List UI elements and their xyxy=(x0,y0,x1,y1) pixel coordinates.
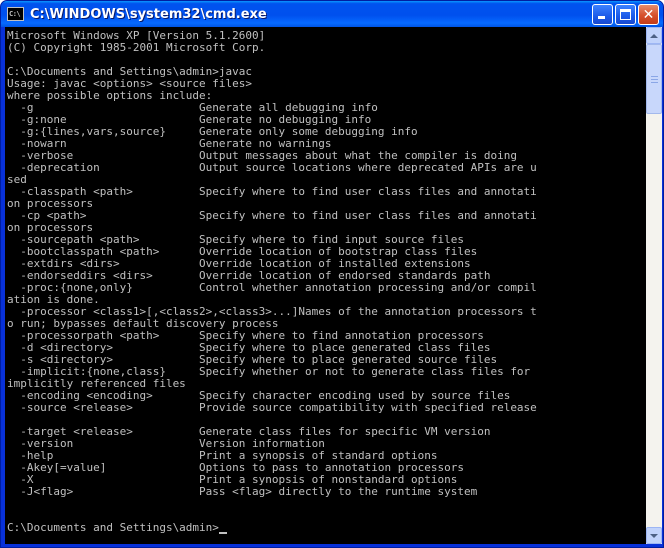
console-line: -deprecation Output source locations whe… xyxy=(7,161,537,174)
close-button[interactable]: ✕ xyxy=(638,4,659,25)
scroll-down-button[interactable] xyxy=(646,527,662,544)
console-line: (C) Copyright 1985-2001 Microsoft Corp. xyxy=(7,41,266,54)
console-line: -source <release> Provide source compati… xyxy=(7,401,537,414)
scroll-thumb[interactable] xyxy=(646,44,662,114)
title-bar[interactable]: C:\ C:\WINDOWS\system32\cmd.exe ✕ xyxy=(1,1,663,27)
console-line: -J<flag> Pass <flag> directly to the run… xyxy=(7,485,478,498)
text-cursor xyxy=(218,532,227,534)
cmd-app-icon[interactable]: C:\ xyxy=(7,7,24,21)
maximize-button[interactable] xyxy=(615,4,636,25)
thumb-grip-icon xyxy=(651,76,658,77)
vertical-scrollbar[interactable] xyxy=(646,27,662,544)
minimize-icon xyxy=(598,16,605,19)
close-icon: ✕ xyxy=(642,6,655,23)
thumb-grip-icon xyxy=(651,82,658,83)
console-line: C:\Documents and Settings\admin> xyxy=(7,521,219,534)
cmd-app-icon-label: C:\ xyxy=(9,9,21,18)
maximize-icon xyxy=(620,9,631,20)
thumb-grip-icon xyxy=(651,79,658,80)
window-controls: ✕ xyxy=(592,4,659,25)
arrow-up-icon xyxy=(650,33,658,38)
minimize-button[interactable] xyxy=(592,4,613,25)
cmd-window: C:\ C:\WINDOWS\system32\cmd.exe ✕ Micros… xyxy=(0,0,664,548)
arrow-down-icon xyxy=(650,533,658,538)
console-output[interactable]: Microsoft Windows XP [Version 5.1.2600](… xyxy=(5,27,646,544)
scroll-up-button[interactable] xyxy=(646,27,662,44)
window-title: C:\WINDOWS\system32\cmd.exe xyxy=(30,6,267,22)
